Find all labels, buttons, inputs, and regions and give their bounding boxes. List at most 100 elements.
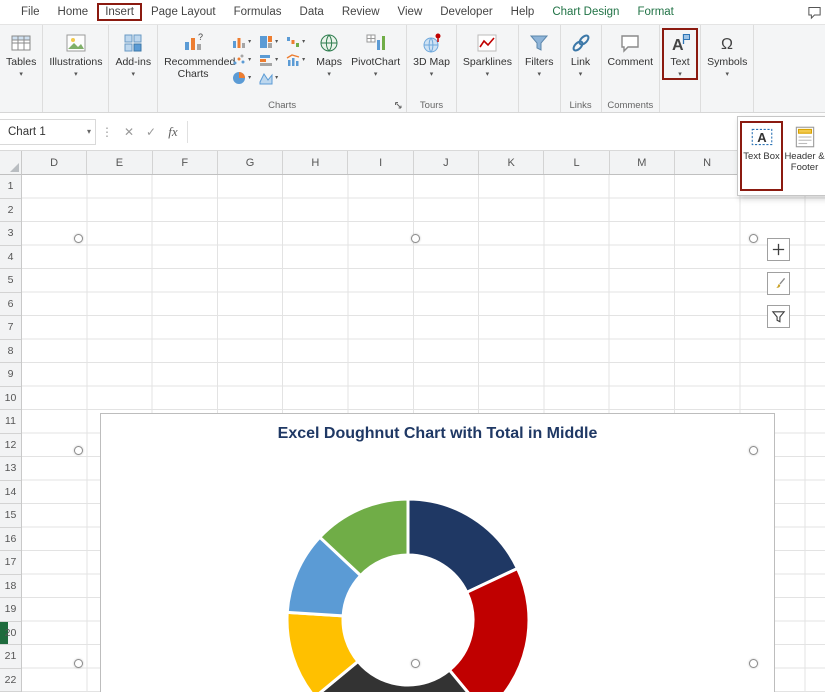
chart-type-bar-chart[interactable]: ▾ xyxy=(259,53,278,67)
chart-object[interactable]: Excel Doughnut Chart with Total in Middl… xyxy=(100,413,775,692)
chart-type-combo-chart[interactable]: ▾ xyxy=(286,53,305,67)
column-header-M[interactable]: M xyxy=(610,151,675,174)
menu-item-header-footer[interactable]: Header & Footer xyxy=(783,121,825,191)
row-header-16[interactable]: 16 xyxy=(0,528,21,551)
column-headers: DEFGHIJKLMN xyxy=(22,151,825,175)
chart-type-waterfall-chart[interactable]: ▾ xyxy=(286,35,305,49)
tab-help[interactable]: Help xyxy=(502,3,544,21)
ribbon-button-illustrations[interactable]: Illustrations ▾ xyxy=(45,28,106,78)
textbox-icon: A xyxy=(749,124,775,150)
insert-function-icon[interactable]: fx xyxy=(162,124,184,140)
menu-item-text-box[interactable]: A Text Box xyxy=(740,121,784,191)
chart-filters-button[interactable] xyxy=(767,305,790,328)
tab-chart-design[interactable]: Chart Design xyxy=(543,3,628,21)
row-header-18[interactable]: 18 xyxy=(0,575,21,598)
row-header-10[interactable]: 10 xyxy=(0,387,21,410)
dialog-launcher-icon[interactable] xyxy=(394,101,403,110)
table-icon xyxy=(9,31,33,55)
row-header-9[interactable]: 9 xyxy=(0,363,21,387)
formula-bar-drag-handle[interactable]: ⋮ xyxy=(96,125,118,139)
tab-page-layout[interactable]: Page Layout xyxy=(142,3,225,21)
chart-handle-w[interactable] xyxy=(73,445,83,455)
column-header-G[interactable]: G xyxy=(218,151,284,174)
row-header-11[interactable]: 11 xyxy=(0,410,21,434)
chart-type-hierarchy-chart[interactable]: ▾ xyxy=(259,35,278,49)
row-header-13[interactable]: 13 xyxy=(0,457,21,481)
column-header-F[interactable]: F xyxy=(153,151,218,174)
select-all-cell[interactable] xyxy=(0,151,22,175)
cancel-icon[interactable]: ✕ xyxy=(118,125,140,139)
chart-type-pie-chart[interactable]: ▾ xyxy=(232,71,251,85)
chart-handle-n[interactable] xyxy=(410,233,420,243)
ribbon-button-text[interactable]: A Text ▾ xyxy=(662,28,699,80)
row-header-5[interactable]: 5 xyxy=(0,269,21,293)
tab-data[interactable]: Data xyxy=(291,3,333,21)
row-header-4[interactable]: 4 xyxy=(0,246,21,269)
row-header-22[interactable]: 22 xyxy=(0,669,21,692)
chevron-down-icon: ▾ xyxy=(485,70,490,78)
ribbon-button-maps[interactable]: Maps ▾ xyxy=(311,28,347,78)
tab-format[interactable]: Format xyxy=(628,3,682,21)
row-header-6[interactable]: 6 xyxy=(0,293,21,316)
chart-handle-s[interactable] xyxy=(410,658,420,668)
name-box[interactable]: Chart 1 ▾ xyxy=(0,118,96,145)
ribbon-button-tables[interactable]: Tables ▾ xyxy=(2,28,40,78)
chart-type-surface-chart[interactable]: ▾ xyxy=(259,71,278,85)
row-header-2[interactable]: 2 xyxy=(0,199,21,222)
chart-type-col-chart[interactable]: ▾ xyxy=(232,35,251,49)
row-header-12[interactable]: 12 xyxy=(0,434,21,457)
column-header-J[interactable]: J xyxy=(414,151,480,174)
chart-styles-button[interactable] xyxy=(767,272,790,295)
enter-icon[interactable]: ✓ xyxy=(140,125,162,139)
ribbon-button-link[interactable]: Link ▾ xyxy=(563,28,599,78)
row-header-20[interactable]: 20 xyxy=(0,622,21,645)
column-header-H[interactable]: H xyxy=(283,151,349,174)
ribbon-button-filters[interactable]: Filters ▾ xyxy=(521,28,558,78)
ribbon-button-add-ins[interactable]: Add-ins ▾ xyxy=(111,28,155,78)
ribbon-button-recommended-charts[interactable]: ? Recommended Charts xyxy=(160,28,235,81)
ribbon-tab-bar: File Home Insert Page Layout Formulas Data Rev… xyxy=(0,0,825,25)
row-header-1[interactable]: 1 xyxy=(0,175,21,199)
tab-view[interactable]: View xyxy=(389,3,432,21)
ribbon-group: Sparklines ▾ xyxy=(457,25,519,112)
row-header-19[interactable]: 19 xyxy=(0,598,21,622)
column-header-N[interactable]: N xyxy=(675,151,741,174)
row-header-14[interactable]: 14 xyxy=(0,481,21,504)
ribbon-button-pivotchart[interactable]: PivotChart ▾ xyxy=(347,28,404,78)
row-header-8[interactable]: 8 xyxy=(0,340,21,363)
comments-bubble-icon[interactable] xyxy=(807,5,822,20)
chart-handle-se[interactable] xyxy=(748,658,758,668)
chart-handle-sw[interactable] xyxy=(73,658,83,668)
tab-home[interactable]: Home xyxy=(49,3,98,21)
row-header-21[interactable]: 21 xyxy=(0,645,21,669)
ribbon-button-comment[interactable]: Comment xyxy=(604,28,658,69)
column-header-E[interactable]: E xyxy=(87,151,153,174)
donut-segment-chemistry[interactable] xyxy=(447,566,531,692)
row-header-15[interactable]: 15 xyxy=(0,504,21,528)
chart-handle-e[interactable] xyxy=(748,445,758,455)
column-header-K[interactable]: K xyxy=(479,151,545,174)
row-header-7[interactable]: 7 xyxy=(0,316,21,340)
column-header-I[interactable]: I xyxy=(348,151,414,174)
tab-insert[interactable]: Insert xyxy=(97,3,142,21)
ribbon-button-sparklines[interactable]: Sparklines ▾ xyxy=(459,28,516,78)
tab-formulas[interactable]: Formulas xyxy=(225,3,291,21)
tab-developer[interactable]: Developer xyxy=(431,3,501,21)
ribbon-button-3d-map[interactable]: 3D Map ▾ xyxy=(409,28,454,78)
chart-handle-nw[interactable] xyxy=(73,233,83,243)
chart-type-scatter-chart[interactable]: ▾ xyxy=(232,53,251,67)
tab-review[interactable]: Review xyxy=(333,3,389,21)
formula-input[interactable] xyxy=(191,118,825,145)
tab-file[interactable]: File xyxy=(12,3,49,21)
chart-elements-button[interactable] xyxy=(767,238,790,261)
ribbon-button-symbols[interactable]: Ω Symbols ▾ xyxy=(703,28,751,78)
column-header-L[interactable]: L xyxy=(544,151,610,174)
chart-handle-ne[interactable] xyxy=(748,233,758,243)
omega-icon: Ω xyxy=(715,31,739,55)
row-header-3[interactable]: 3 xyxy=(0,222,21,246)
row-header-17[interactable]: 17 xyxy=(0,551,21,575)
worksheet-grid[interactable]: Excel Doughnut Chart with Total in Middl… xyxy=(22,175,825,692)
ribbon-button-label: Illustrations xyxy=(49,56,103,68)
column-header-D[interactable]: D xyxy=(22,151,88,174)
funnel-icon xyxy=(771,311,786,323)
